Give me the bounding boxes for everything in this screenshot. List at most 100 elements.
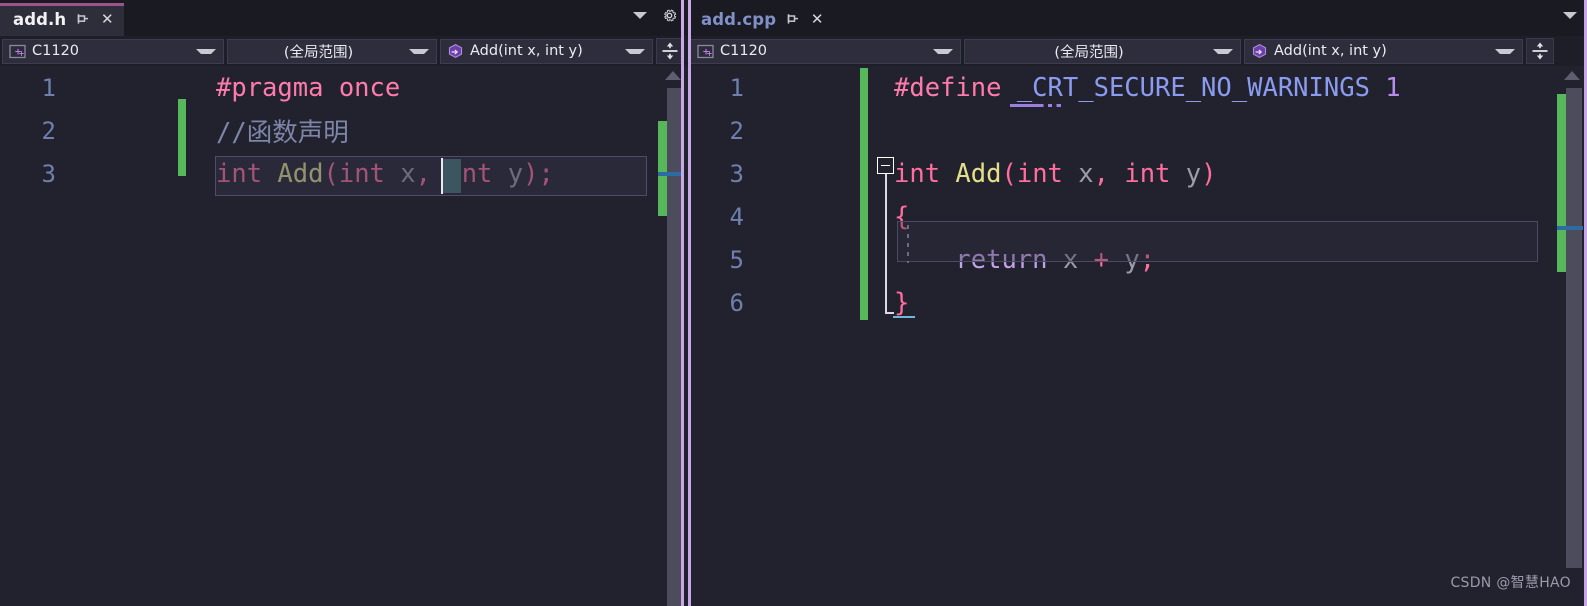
project-selector-left[interactable]: + + C1120 (2, 38, 224, 64)
tabstrip-left-controls (633, 0, 688, 36)
line-number: 1 (729, 73, 744, 102)
navbar-left: + + C1120 (全局范围) Add(int x, int y) (0, 36, 688, 66)
code-line[interactable]: 4{ (688, 195, 1557, 238)
code-text[interactable]: #define _CRT_SECURE_NO_WARNINGS 1 (894, 73, 1401, 103)
chevron-down-icon[interactable] (633, 11, 647, 19)
code-line[interactable]: 6} (688, 281, 1557, 324)
watermark-text: CSDN @智慧HAO (1450, 575, 1571, 591)
code-token: _CRT_SECURE_NO_WARNINGS (1016, 72, 1370, 103)
scrollbar-thumb[interactable] (1566, 88, 1582, 568)
line-number: 3 (41, 159, 56, 188)
svg-text:+: + (706, 48, 712, 57)
code-text[interactable]: //函数声明 (216, 112, 349, 149)
code-text[interactable]: return x + y; (894, 245, 1155, 275)
split-horizontal-icon[interactable] (656, 38, 684, 64)
code-token: Add (955, 158, 1002, 189)
code-token: int (1124, 158, 1171, 189)
code-text[interactable]: #pragma once (216, 73, 400, 103)
svg-text:+: + (18, 48, 24, 57)
tab-add-h[interactable]: add.h ✕ (0, 3, 125, 36)
scrollbar-change-marker (1557, 94, 1566, 272)
change-bar (860, 68, 868, 320)
code-token: Add (277, 158, 324, 189)
code-area-right[interactable]: 1 #define _CRT_SECURE_NO_WARNINGS 1 2 3 int … (688, 66, 1557, 606)
code-line[interactable]: 3 int Add(int x, int y); (0, 152, 658, 195)
pin-icon[interactable] (75, 12, 90, 27)
project-selector-right[interactable]: + + C1120 (690, 38, 961, 64)
scope-selector-label: (全局范围) (1054, 44, 1124, 61)
code-token: ( (1001, 158, 1017, 189)
code-token: int (1016, 158, 1063, 189)
scope-selector-label: (全局范围) (283, 44, 354, 61)
gear-icon[interactable] (661, 7, 678, 24)
code-line[interactable]: 1 #pragma once (0, 66, 658, 109)
intellisense-hint-underline (1010, 104, 1064, 107)
vertical-scrollbar-right[interactable] (1557, 66, 1587, 606)
tab-add-cpp[interactable]: add.cpp ✕ (688, 3, 835, 36)
line-number: 6 (729, 288, 744, 317)
code-token: , (415, 158, 431, 189)
brace-match-underline (893, 316, 915, 318)
code-text[interactable]: int Add(int x, int y); (216, 159, 554, 189)
pin-icon[interactable] (785, 12, 800, 27)
scroll-up-arrow[interactable] (665, 71, 681, 80)
tab-title: add.cpp (701, 10, 777, 29)
code-line[interactable]: 1 #define _CRT_SECURE_NO_WARNINGS 1 (688, 66, 1557, 109)
code-text[interactable]: } (894, 288, 909, 318)
pane-splitter-right[interactable] (688, 0, 691, 606)
chevron-down-icon[interactable] (196, 48, 216, 54)
tabstrip-left: add.h ✕ (0, 0, 688, 36)
scrollbar-caret-marker (1557, 226, 1583, 230)
collapse-minus-icon[interactable] (877, 157, 894, 174)
cpp-project-icon: + + (9, 43, 26, 60)
member-selector-left[interactable]: Add(int x, int y) (440, 38, 653, 64)
navbar-right: + + C1120 (全局范围) Add(int x, int y) (688, 36, 1587, 66)
scroll-up-arrow[interactable] (1564, 71, 1580, 80)
line-number: 4 (729, 202, 744, 231)
visual-studio-editor-window: add.h ✕ + + C1120 (全局范围) Add(int x, int … (0, 0, 1587, 606)
close-icon[interactable]: ✕ (809, 12, 825, 27)
line-number: 5 (729, 245, 744, 274)
chevron-down-icon[interactable] (1213, 48, 1233, 54)
close-icon[interactable]: ✕ (99, 12, 115, 27)
code-editor-right[interactable]: 1 #define _CRT_SECURE_NO_WARNINGS 1 2 3 int … (688, 66, 1587, 606)
scope-selector-left[interactable]: (全局范围) (227, 38, 437, 64)
scope-selector-right[interactable]: (全局范围) (964, 38, 1241, 64)
chevron-down-icon[interactable] (1495, 48, 1515, 54)
code-token: ; (1139, 244, 1156, 275)
code-token: return (955, 244, 1048, 275)
chevron-down-icon[interactable] (1563, 11, 1577, 19)
tabstrip-right: add.cpp ✕ (688, 0, 1587, 36)
code-token: x (1078, 158, 1094, 189)
chevron-down-icon[interactable] (409, 48, 429, 54)
code-line[interactable]: 5 return x + y; (688, 238, 1557, 281)
code-line[interactable]: 2 (688, 109, 1557, 152)
code-lines-left: 1 #pragma once 2//函数声明 3 int Add(int x, int … (0, 66, 658, 195)
member-selector-right[interactable]: Add(int x, int y) (1244, 38, 1523, 64)
editor-pane-right: add.cpp ✕ + + C1120 (全局范围) Add(int x, in… (688, 0, 1587, 606)
code-line[interactable]: 3 int Add(int x, int y) (688, 152, 1557, 195)
line-number: 2 (729, 116, 744, 145)
chevron-down-icon[interactable] (933, 48, 953, 54)
code-token: #define (894, 72, 1002, 103)
code-token: x (400, 158, 416, 189)
tab-title: add.h (13, 10, 67, 29)
split-horizontal-icon[interactable] (1526, 38, 1554, 64)
code-line[interactable]: 2 //函数声明 (0, 109, 658, 152)
code-editor-left[interactable]: 1 #pragma once 2//函数声明 3 int Add(int x, int … (0, 66, 688, 606)
pane-splitter-left[interactable] (681, 0, 684, 606)
code-area-left[interactable]: 1 #pragma once 2//函数声明 3 int Add(int x, int … (0, 66, 658, 606)
code-token: int (338, 158, 385, 189)
chevron-down-icon[interactable] (625, 48, 645, 54)
code-text[interactable]: int Add(int x, int y) (894, 159, 1216, 189)
